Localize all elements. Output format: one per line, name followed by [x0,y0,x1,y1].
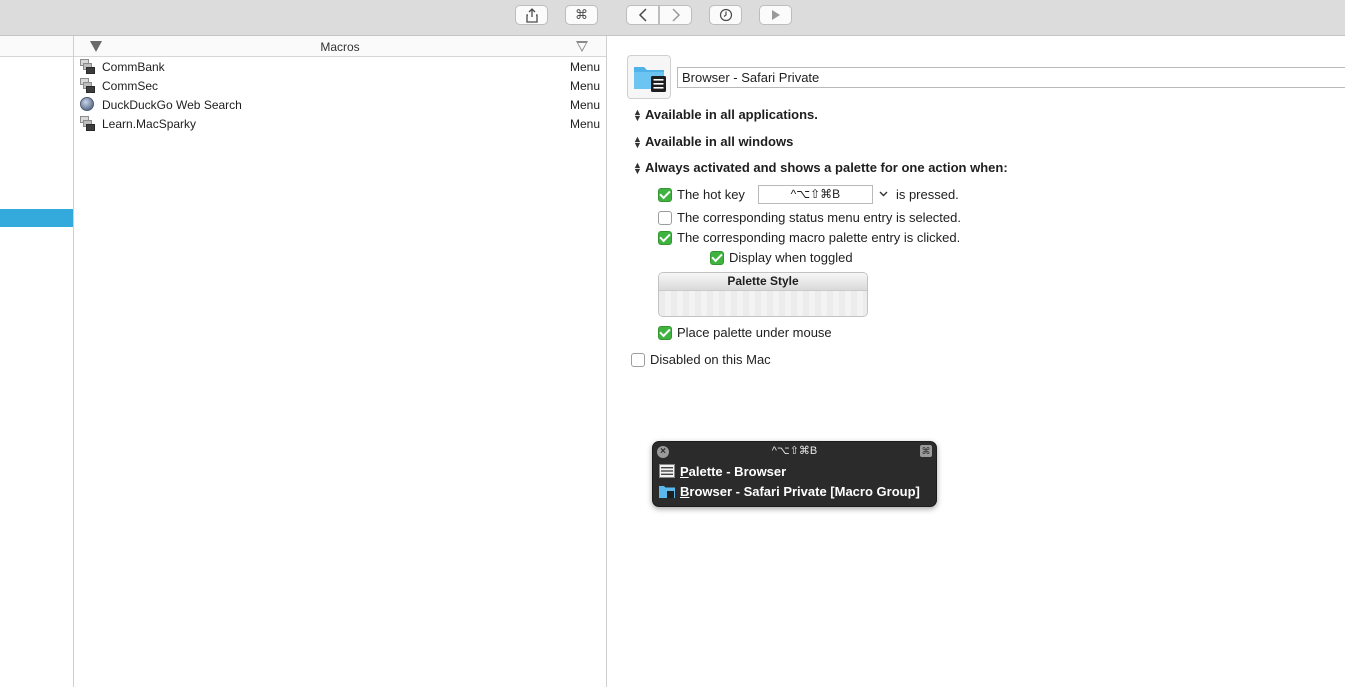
macro-trigger: Menu [569,60,600,74]
display-toggled-label: Display when toggled [729,250,853,265]
palette-item-label: alette - Browser [688,463,787,479]
status-menu-checkbox[interactable] [658,210,672,225]
place-under-mouse-row: Place palette under mouse [658,325,832,340]
place-under-mouse-label: Place palette under mouse [677,325,832,340]
availability-apps-popup[interactable]: ▲ ▼ Available in all applications. [633,107,818,122]
palette-style-preview [659,291,867,316]
groups-header [0,36,73,57]
macro-row[interactable]: Learn.MacSparky Menu [74,114,606,133]
macro-name: Learn.MacSparky [102,117,197,131]
hotkey-row: The hot key ^⌥⇧⌘B is pressed. [658,185,959,204]
folder-icon [659,484,675,498]
command-key-icon[interactable]: ⌘ [920,445,932,457]
palette-item-label: rowser - Safari Private [Macro Group] [689,483,920,499]
activation-label: Always activated and shows a palette for… [645,160,1008,175]
palette-titlebar[interactable]: × ^⌥⇧⌘B ⌘ [653,442,936,461]
globe-icon [80,97,95,112]
back-button[interactable] [626,5,659,25]
command-key-icon: ⌘ [575,7,588,22]
availability-windows-popup[interactable]: ▲ ▼ Available in all windows [633,134,793,149]
macro-row[interactable]: CommSec Menu [74,76,606,95]
keyboard-maestro-editor-window: ⌘ Macros CommBank Menu CommSec Menu Duck… [0,0,1345,687]
palette-title: ^⌥⇧⌘B [771,445,818,457]
toolbar: ⌘ [0,0,1345,36]
palette-list-icon [659,464,675,478]
macro-name: CommSec [102,79,159,93]
palette-item-shortcut-letter: B [680,483,690,499]
history-button[interactable] [709,5,742,25]
status-menu-label: The corresponding status menu entry is s… [677,210,961,225]
disabled-mac-row: Disabled on this Mac [631,352,771,367]
macro-stack-icon [80,78,95,93]
chevron-left-icon [638,8,648,22]
display-toggled-checkbox[interactable] [710,250,724,265]
group-editor: Browser - Safari Private ▲ ▼ Available in… [607,36,1345,687]
macro-trigger: Menu [569,79,600,93]
palette-style-picker[interactable]: Palette Style [658,272,868,317]
folder-palette-icon [628,67,672,104]
macro-trigger: Menu [569,117,600,131]
activation-popup[interactable]: ▲ ▼ Always activated and shows a palette … [633,160,1008,175]
selected-group-row[interactable] [0,209,73,227]
macro-row[interactable]: DuckDuckGo Web Search Menu [74,95,606,114]
forward-button[interactable] [659,5,692,25]
play-icon [771,9,781,21]
palette-item[interactable]: Palette - Browser [653,461,936,481]
palette-entry-row: The corresponding macro palette entry is… [658,230,960,245]
macros-header-title: Macros [320,40,360,54]
macros-header: Macros [74,36,606,57]
macro-stack-icon [80,59,95,74]
chevron-right-icon [671,8,681,22]
macro-groups-list [0,36,74,687]
run-button[interactable] [759,5,792,25]
availability-windows-label: Available in all windows [645,134,794,149]
updown-arrows-icon: ▲ ▼ [633,133,642,150]
macro-name: DuckDuckGo Web Search [102,98,242,112]
filter-triangle-icon[interactable] [576,41,588,52]
palette-item[interactable]: Browser - Safari Private [Macro Group] [653,481,936,501]
macro-stack-icon [80,116,95,131]
hotkey-prefix: The hot key [677,187,745,202]
updown-arrows-icon: ▲ ▼ [633,159,642,176]
macro-trigger: Menu [569,98,600,112]
group-name-field[interactable]: Browser - Safari Private [677,67,1345,88]
status-menu-row: The corresponding status menu entry is s… [658,210,961,225]
macros-list: Macros CommBank Menu CommSec Menu DuckDu… [74,36,607,687]
share-button[interactable] [515,5,548,25]
place-under-mouse-checkbox[interactable] [658,325,672,340]
palette-entry-label: The corresponding macro palette entry is… [677,230,961,245]
palette-item-shortcut-letter: P [680,463,689,479]
disabled-mac-checkbox[interactable] [631,352,645,367]
hotkey-field[interactable]: ^⌥⇧⌘B [757,185,873,204]
palette-style-header: Palette Style [659,273,867,291]
chevron-down-icon[interactable] [879,189,888,200]
hotkey-checkbox[interactable] [658,187,672,202]
group-icon-well[interactable] [627,55,671,99]
palette-entry-checkbox[interactable] [658,230,672,245]
macro-palette-window: × ^⌥⇧⌘B ⌘ Palette - Browser Browser - Sa… [652,441,937,507]
availability-apps-label: Available in all applications. [645,107,818,122]
macro-row[interactable]: CommBank Menu [74,57,606,76]
updown-arrows-icon: ▲ ▼ [633,106,642,123]
clock-icon [719,8,733,22]
display-toggled-row: Display when toggled [710,250,853,265]
hotkey-button[interactable]: ⌘ [565,5,598,25]
disabled-mac-label: Disabled on this Mac [650,352,771,367]
hotkey-suffix: is pressed. [895,187,959,202]
close-icon[interactable]: × [657,446,669,458]
share-icon [525,7,539,23]
macro-name: CommBank [102,60,165,74]
